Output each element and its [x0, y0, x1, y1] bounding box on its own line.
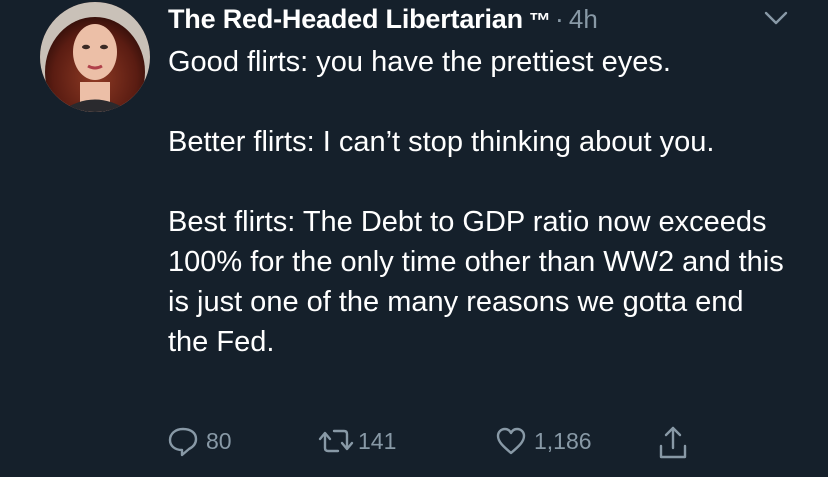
tweet-paragraph-1: Good flirts: you have the prettiest eyes… — [168, 46, 671, 78]
like-count: 1,186 — [534, 427, 592, 454]
heart-icon — [496, 427, 526, 455]
retweet-count: 141 — [358, 427, 397, 454]
retweet-button[interactable]: 141 — [316, 424, 396, 458]
reply-icon — [168, 427, 198, 457]
tweet-actions: 80 141 1,186 — [166, 424, 726, 464]
tweet-paragraph-2: Better flirts: I can’t stop thinking abo… — [168, 126, 715, 158]
chevron-down-icon[interactable] — [762, 8, 790, 28]
avatar[interactable] — [40, 2, 150, 112]
reply-button[interactable]: 80 — [166, 424, 232, 458]
share-button[interactable] — [656, 424, 690, 462]
share-icon — [659, 426, 687, 459]
tweet-header: The Red-Headed Libertarian ™ · 4h — [168, 2, 598, 38]
tweet-timestamp[interactable]: 4h — [569, 2, 598, 36]
tweet-paragraph-3: Best flirts: The Debt to GDP ratio now e… — [168, 206, 784, 358]
separator-dot: · — [554, 4, 564, 34]
like-button[interactable]: 1,186 — [494, 424, 592, 458]
avatar-image — [40, 2, 150, 112]
author-name[interactable]: The Red-Headed Libertarian — [168, 2, 523, 36]
retweet-icon — [318, 429, 354, 453]
reply-count: 80 — [206, 427, 232, 454]
tweet-text: Good flirts: you have the prettiest eyes… — [168, 42, 808, 362]
trademark-symbol: ™ — [528, 8, 551, 33]
